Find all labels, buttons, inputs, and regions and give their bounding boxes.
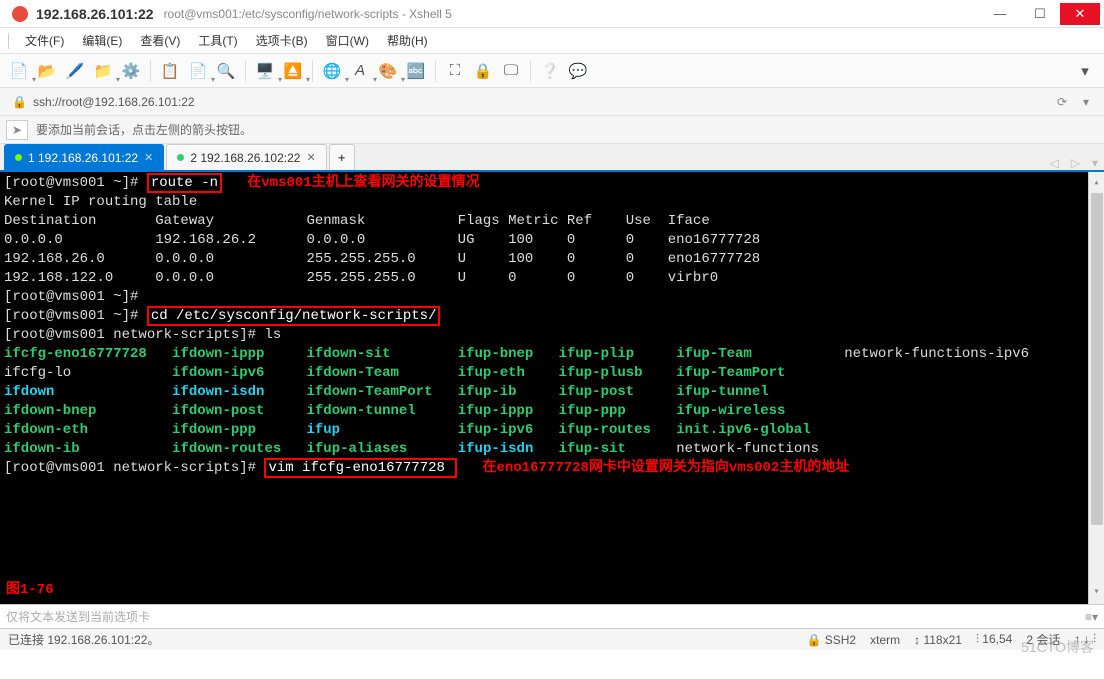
cmd-route: route -n bbox=[147, 173, 222, 193]
address-url[interactable]: ssh://root@192.168.26.101:22 bbox=[33, 95, 1050, 109]
paste-icon[interactable]: 📄 bbox=[185, 58, 211, 84]
screenshot-icon[interactable]: 🖵 bbox=[498, 58, 524, 84]
settings-icon[interactable]: ⚙️ bbox=[118, 58, 144, 84]
address-refresh-icon[interactable]: ⟳ bbox=[1050, 91, 1074, 113]
annotation-1: 在vms001主机上查看网关的设置情况 bbox=[247, 175, 479, 191]
encoding-icon[interactable]: 🔤 bbox=[403, 58, 429, 84]
cmd-vim: vim ifcfg-eno16777728 bbox=[264, 458, 457, 478]
watermark: 51CTO博客 bbox=[1021, 637, 1094, 657]
window-title: 192.168.26.101:22 bbox=[36, 6, 154, 22]
menu-tab[interactable]: 选项卡(B) bbox=[250, 30, 314, 51]
menubar: 文件(F) 编辑(E) 查看(V) 工具(T) 选项卡(B) 窗口(W) 帮助(… bbox=[0, 28, 1104, 54]
route-table: Destination Gateway Genmask Flags Metric… bbox=[4, 212, 1100, 288]
status-dot-icon bbox=[15, 154, 22, 161]
menu-window[interactable]: 窗口(W) bbox=[320, 30, 375, 51]
menu-view[interactable]: 查看(V) bbox=[134, 30, 186, 51]
status-pos: 16,54 bbox=[982, 632, 1012, 646]
chat-icon[interactable]: 💬 bbox=[565, 58, 591, 84]
tabstrip: 1 192.168.26.101:22 ✕ 2 192.168.26.102:2… bbox=[0, 144, 1104, 172]
status-size: 118x21 bbox=[923, 633, 961, 647]
reconnect-icon[interactable]: 🖥️ bbox=[252, 58, 278, 84]
status-dot-icon bbox=[177, 154, 184, 161]
figure-label: 图1-76 bbox=[6, 581, 54, 600]
send-menu-icon[interactable]: ≡▾ bbox=[1085, 610, 1098, 624]
toolbar: 📄 📂 🖊️ 📁 ⚙️ 📋 📄 🔍 🖥️ ⏏️ 🌐 A 🎨 🔤 ⛶ 🔒 🖵 ❔ … bbox=[0, 54, 1104, 88]
open-icon[interactable]: 📂 bbox=[34, 58, 60, 84]
scrollbar[interactable]: ▴ ▾ bbox=[1088, 172, 1104, 604]
copy-icon[interactable]: 📋 bbox=[157, 58, 183, 84]
hint-bar: ➤ 要添加当前会话，点击左侧的箭头按钮。 bbox=[0, 116, 1104, 144]
menu-edit[interactable]: 编辑(E) bbox=[76, 30, 128, 51]
address-dropdown-icon[interactable]: ▾ bbox=[1074, 91, 1098, 113]
maximize-button[interactable]: ☐ bbox=[1020, 3, 1060, 25]
new-tab-button[interactable]: + bbox=[329, 144, 355, 170]
app-icon bbox=[12, 6, 28, 22]
lock-icon[interactable]: 🔒 bbox=[470, 58, 496, 84]
annotation-2: 在eno16777728网卡中设置网关为指向vms002主机的地址 bbox=[483, 460, 850, 476]
status-proto: SSH2 bbox=[825, 633, 856, 647]
lock-small-icon: 🔒 bbox=[12, 95, 27, 109]
scroll-thumb[interactable] bbox=[1091, 193, 1103, 525]
tab-label: 2 192.168.26.102:22 bbox=[190, 151, 300, 165]
tab-menu[interactable]: ▾ bbox=[1086, 156, 1104, 170]
window-subtitle: root@vms001:/etc/sysconfig/network-scrip… bbox=[164, 7, 452, 21]
titlebar: 192.168.26.101:22 root@vms001:/etc/sysco… bbox=[0, 0, 1104, 28]
search-icon[interactable]: 🔍 bbox=[213, 58, 239, 84]
send-input[interactable]: 仅将文本发送到当前选项卡 ≡▾ bbox=[0, 604, 1104, 628]
route-header: Kernel IP routing table bbox=[4, 193, 1100, 212]
add-session-button[interactable]: ➤ bbox=[6, 120, 28, 140]
cmd-cd: cd /etc/sysconfig/network-scripts/ bbox=[147, 306, 441, 326]
disconnect-icon[interactable]: ⏏️ bbox=[280, 58, 306, 84]
minimize-button[interactable]: — bbox=[980, 3, 1020, 25]
menu-help[interactable]: 帮助(H) bbox=[381, 30, 434, 51]
scroll-down-icon[interactable]: ▾ bbox=[1093, 583, 1099, 602]
tab-label: 1 192.168.26.101:22 bbox=[28, 151, 138, 165]
scroll-up-icon[interactable]: ▴ bbox=[1093, 174, 1099, 193]
menu-file[interactable]: 文件(F) bbox=[19, 30, 70, 51]
properties-icon[interactable]: 🖊️ bbox=[62, 58, 88, 84]
ls-output: ifcfg-eno16777728 ifdown-ippp ifdown-sit… bbox=[4, 345, 1100, 459]
menu-tools[interactable]: 工具(T) bbox=[192, 30, 243, 51]
hint-text: 要添加当前会话，点击左侧的箭头按钮。 bbox=[36, 121, 252, 138]
terminal[interactable]: [root@vms001 ~]# route -n 在vms001主机上查看网关… bbox=[0, 172, 1104, 604]
status-connection: 已连接 192.168.26.101:22。 bbox=[8, 631, 159, 648]
color-icon[interactable]: 🎨 bbox=[375, 58, 401, 84]
tab-2[interactable]: 2 192.168.26.102:22 ✕ bbox=[166, 144, 326, 170]
globe-icon[interactable]: 🌐 bbox=[319, 58, 345, 84]
help-icon[interactable]: ❔ bbox=[537, 58, 563, 84]
close-tab-icon[interactable]: ✕ bbox=[144, 151, 153, 164]
tab-nav-prev[interactable]: ◁ bbox=[1044, 156, 1065, 170]
status-term: xterm bbox=[870, 633, 900, 647]
address-bar: 🔒 ssh://root@192.168.26.101:22 ⟳ ▾ bbox=[0, 88, 1104, 116]
close-tab-icon[interactable]: ✕ bbox=[306, 151, 315, 164]
close-button[interactable]: ✕ bbox=[1060, 3, 1100, 25]
font-icon[interactable]: A bbox=[347, 58, 373, 84]
fullscreen-icon[interactable]: ⛶ bbox=[442, 58, 468, 84]
transfer-icon[interactable]: 📁 bbox=[90, 58, 116, 84]
statusbar: 已连接 192.168.26.101:22。 🔒 SSH2 xterm ↕ 11… bbox=[0, 628, 1104, 650]
new-session-icon[interactable]: 📄 bbox=[6, 58, 32, 84]
tab-nav-next[interactable]: ▷ bbox=[1065, 156, 1086, 170]
tab-1[interactable]: 1 192.168.26.101:22 ✕ bbox=[4, 144, 164, 170]
toolbar-overflow-icon[interactable]: ▾ bbox=[1072, 58, 1098, 84]
